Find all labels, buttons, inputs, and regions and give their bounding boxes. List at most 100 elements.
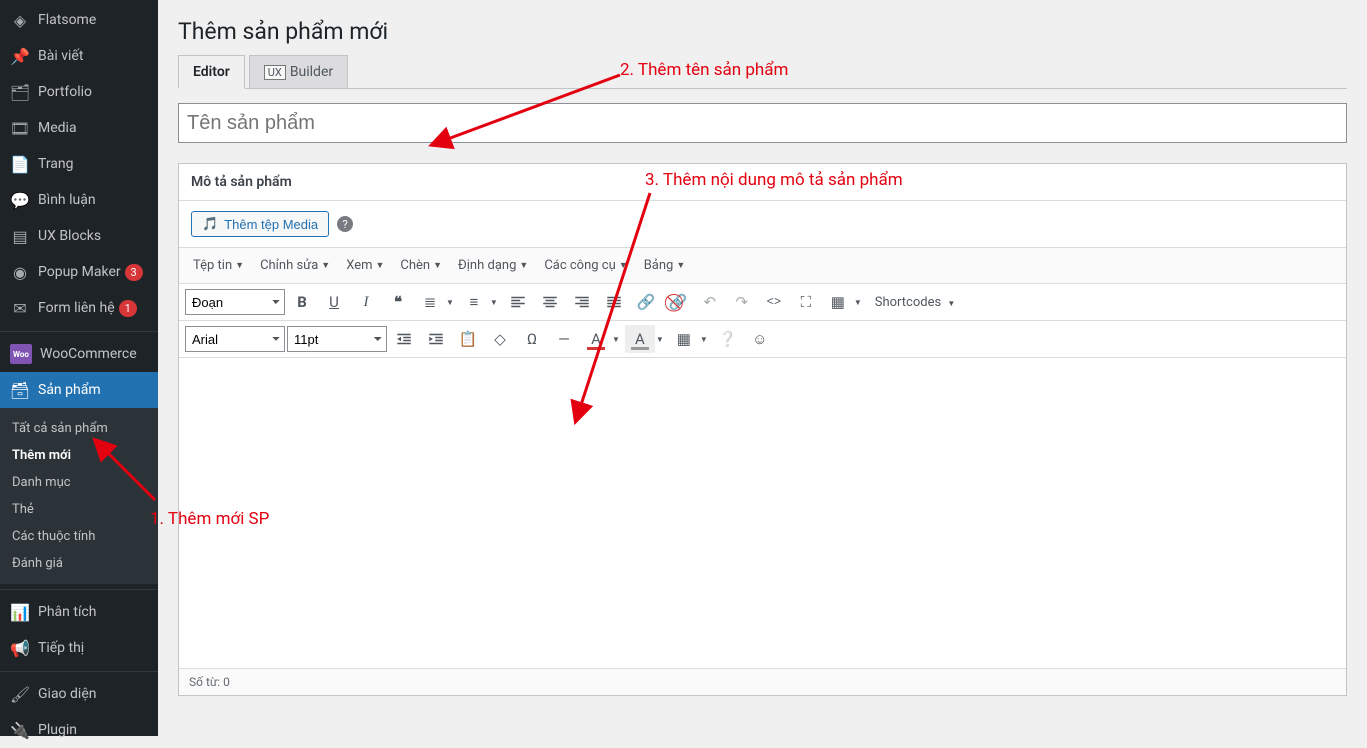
bold-button[interactable]: B (287, 288, 317, 316)
link-button[interactable]: 🔗 (631, 288, 661, 316)
submenu-item-danh-mục[interactable]: Danh mục (0, 469, 158, 496)
editor-body[interactable] (179, 358, 1346, 668)
menu-label: Sản phẩm (38, 382, 101, 398)
text-color-button[interactable]: A (581, 325, 611, 353)
unlink-button[interactable]: 🔗⃠ (663, 288, 693, 316)
menu-icon: 💬 (10, 190, 30, 210)
caret-icon: ▼ (433, 260, 442, 271)
main-content: Thêm sản phẩm mới Editor UXBuilder Mô tả… (158, 0, 1367, 736)
sidebar-item-popup-maker[interactable]: ◉Popup Maker3 (0, 254, 158, 290)
clear-format-button[interactable]: ◇ (485, 325, 515, 353)
count-badge: 1 (119, 300, 137, 317)
menu-icon: ✉ (10, 298, 30, 318)
menu-label: Popup Maker (38, 264, 121, 280)
menu-label: Bài viết (38, 48, 83, 64)
caret-icon[interactable]: ▼ (697, 335, 711, 344)
help-button[interactable]: ❔ (713, 325, 743, 353)
submenu: Tất cả sản phẩmThêm mớiDanh mụcThẻCác th… (0, 408, 158, 584)
menu-label: Phân tích (38, 604, 96, 620)
submenu-item-tất-cả-sản-phẩm[interactable]: Tất cả sản phẩm (0, 415, 158, 442)
caret-icon: ▼ (619, 260, 628, 271)
align-center-button[interactable] (535, 288, 565, 316)
tab-ux-builder[interactable]: UXBuilder (249, 55, 348, 88)
menubar-tệp-tin[interactable]: Tệp tin ▼ (187, 254, 250, 277)
add-media-button[interactable]: 🎵 Thêm tệp Media (191, 211, 329, 237)
sidebar-item-bình-luận[interactable]: 💬Bình luận (0, 182, 158, 218)
admin-sidebar: ◈Flatsome📌Bài viết🗂Portfolio🎞Media📄Trang… (0, 0, 158, 736)
indent-button[interactable] (421, 325, 451, 353)
bullet-list-button[interactable]: ≣ (415, 288, 445, 316)
underline-button[interactable]: U (319, 288, 349, 316)
menubar-chỉnh-sửa[interactable]: Chỉnh sửa ▼ (254, 254, 336, 277)
submenu-item-thêm-mới[interactable]: Thêm mới (0, 442, 158, 469)
blockquote-button[interactable]: ❝ (383, 288, 413, 316)
caret-icon[interactable]: ▼ (487, 298, 501, 307)
add-media-label: Thêm tệp Media (224, 217, 318, 232)
emoji-button[interactable]: ☺ (745, 325, 775, 353)
sidebar-item-sản-phẩm[interactable]: 🗃Sản phẩm (0, 372, 158, 408)
menubar-chèn[interactable]: Chèn ▼ (394, 254, 448, 277)
font-select[interactable]: Arial (185, 326, 285, 352)
submenu-item-thẻ[interactable]: Thẻ (0, 496, 158, 523)
submenu-item-đánh-giá[interactable]: Đánh giá (0, 550, 158, 577)
caret-icon: ▼ (676, 260, 685, 271)
align-left-button[interactable] (503, 288, 533, 316)
sidebar-item-media[interactable]: 🎞Media (0, 110, 158, 146)
special-char-button[interactable]: Ω (517, 325, 547, 353)
redo-button[interactable]: ↷ (727, 288, 757, 316)
media-icon: 🎵 (202, 216, 218, 232)
size-select[interactable]: 11pt (287, 326, 387, 352)
undo-button[interactable]: ↶ (695, 288, 725, 316)
table-button[interactable]: ▦ (669, 325, 699, 353)
menu-label: Tiếp thị (38, 640, 84, 656)
caret-icon: ▼ (519, 260, 528, 271)
menubar-bảng[interactable]: Bảng ▼ (638, 254, 692, 277)
align-right-button[interactable] (567, 288, 597, 316)
sidebar-item-form-liên-hệ[interactable]: ✉Form liên hệ1 (0, 290, 158, 326)
caret-icon[interactable]: ▼ (653, 335, 667, 344)
sidebar-item-plugin[interactable]: 🔌Plugin (0, 712, 158, 748)
sidebar-item-portfolio[interactable]: 🗂Portfolio (0, 74, 158, 110)
sidebar-item-tiếp-thị[interactable]: 📢 Tiếp thị (0, 630, 158, 666)
product-title-input[interactable] (178, 103, 1347, 143)
menu-icon: 📢 (10, 638, 30, 658)
sidebar-item-ux-blocks[interactable]: ▤UX Blocks (0, 218, 158, 254)
sidebar-item-phân-tích[interactable]: 📊Phân tích (0, 594, 158, 630)
caret-icon[interactable]: ▼ (851, 298, 865, 307)
editor-toolbar-1: Đoạn B U I ❝ ≣▼ ≡▼ 🔗 🔗⃠ ↶ ↷ <> ⛶ ▦▼ Shor… (179, 284, 1346, 321)
sidebar-item-bài-viết[interactable]: 📌Bài viết (0, 38, 158, 74)
submenu-item-các-thuộc-tính[interactable]: Các thuộc tính (0, 523, 158, 550)
menubar-định-dạng[interactable]: Định dạng ▼ (452, 254, 534, 277)
italic-button[interactable]: I (351, 288, 381, 316)
align-justify-button[interactable] (599, 288, 629, 316)
menu-label: Media (38, 120, 77, 136)
caret-icon: ▼ (321, 260, 330, 271)
hr-button[interactable]: — (549, 325, 579, 353)
shortcodes-button[interactable]: Shortcodes ▼ (867, 295, 967, 310)
sidebar-item-giao-diện[interactable]: 🖌Giao diện (0, 676, 158, 712)
bg-color-button[interactable]: A (625, 325, 655, 353)
menu-label: Flatsome (38, 12, 96, 28)
fullscreen-button[interactable]: ⛶ (791, 288, 821, 316)
help-icon[interactable]: ? (337, 216, 353, 232)
number-list-button[interactable]: ≡ (459, 288, 489, 316)
editor-tabs: Editor UXBuilder (178, 55, 1347, 89)
paste-button[interactable]: 📋 (453, 325, 483, 353)
format-select[interactable]: Đoạn (185, 289, 285, 315)
tab-editor[interactable]: Editor (178, 55, 245, 89)
sidebar-item-woocommerce[interactable]: WooWooCommerce (0, 336, 158, 372)
outdent-button[interactable] (389, 325, 419, 353)
desc-header: Mô tả sản phẩm (179, 164, 1346, 201)
menu-label: Trang (38, 156, 74, 172)
editor-menubar: Tệp tin ▼Chỉnh sửa ▼Xem ▼Chèn ▼Định dạng… (179, 247, 1346, 284)
sidebar-item-trang[interactable]: 📄Trang (0, 146, 158, 182)
caret-icon[interactable]: ▼ (443, 298, 457, 307)
caret-icon[interactable]: ▼ (609, 335, 623, 344)
kitchen-sink-button[interactable]: ▦ (823, 288, 853, 316)
sidebar-item-flatsome[interactable]: ◈Flatsome (0, 2, 158, 38)
menubar-các-công-cụ[interactable]: Các công cụ ▼ (538, 254, 633, 277)
menu-icon: 🔌 (10, 720, 30, 740)
menubar-xem[interactable]: Xem ▼ (340, 254, 390, 277)
menu-label: Giao diện (38, 686, 96, 702)
code-button[interactable]: <> (759, 288, 789, 316)
